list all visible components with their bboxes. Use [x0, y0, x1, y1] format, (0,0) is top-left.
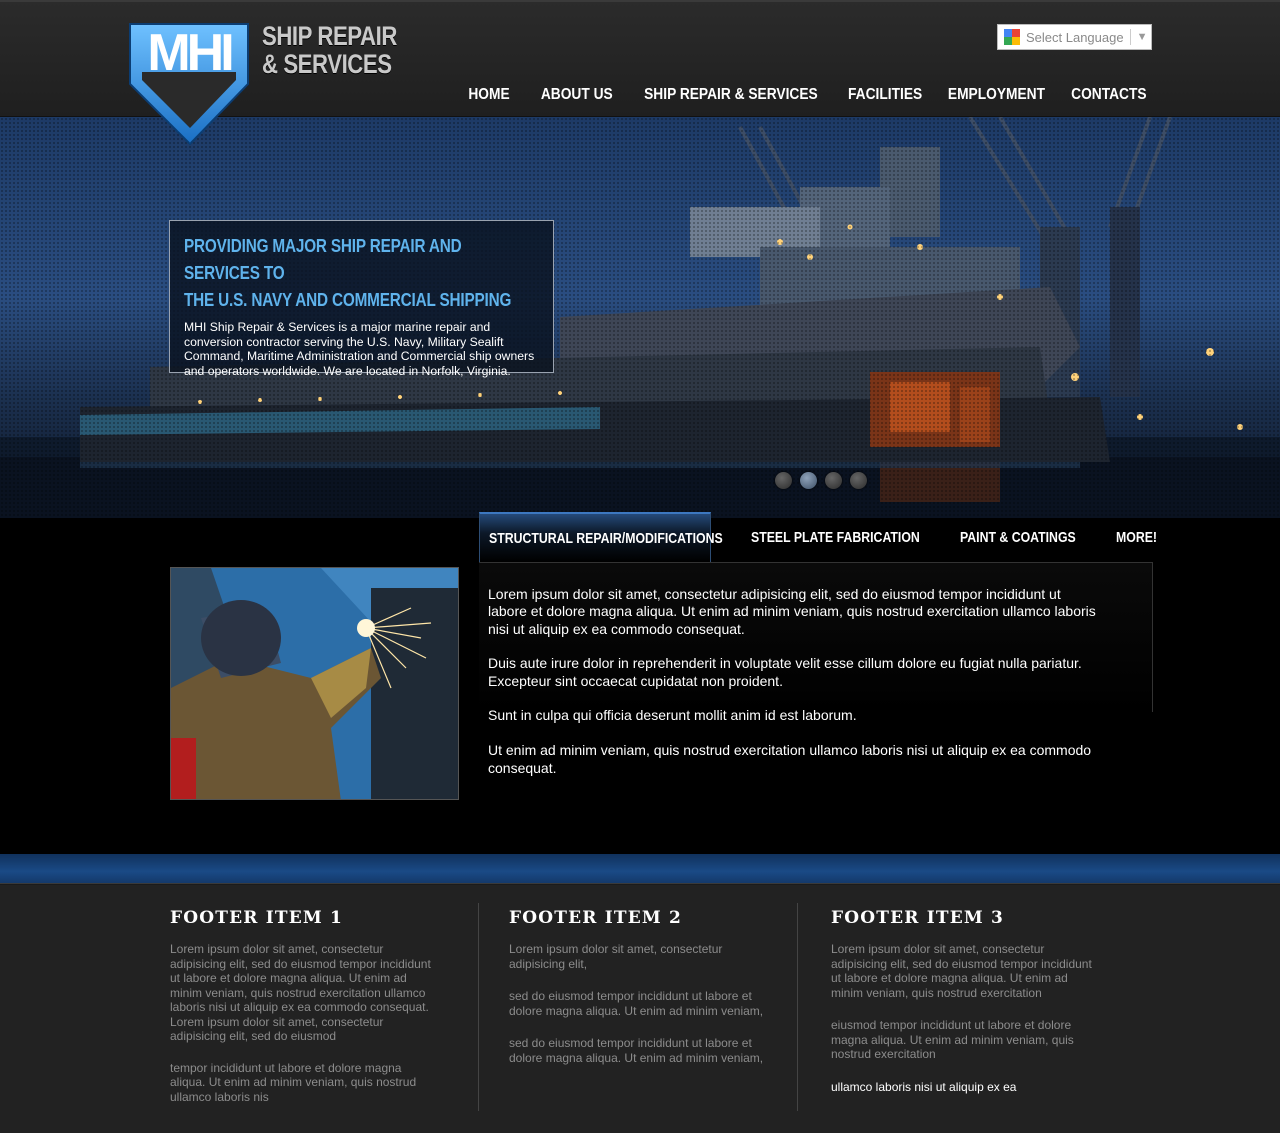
main-nav: HOME ABOUT US SHIP REPAIR & SERVICES FAC… [465, 84, 1153, 106]
select-divider [1129, 29, 1131, 45]
language-select[interactable]: Select Language ▼ [997, 24, 1152, 50]
slider-dot-4[interactable] [850, 472, 867, 489]
nav-about-us[interactable]: ABOUT US [541, 84, 613, 106]
nav-employment[interactable]: EMPLOYMENT [948, 84, 1045, 106]
svg-text:MHI: MHI [147, 24, 231, 82]
footer-link[interactable]: ullamco laboris nisi ut aliquip ex ea [831, 1080, 1096, 1095]
footer-text: Lorem ipsum dolor sit amet, consectetur … [831, 942, 1092, 1000]
slider-pagination [775, 472, 867, 489]
tab-more[interactable]: MORE! [1116, 512, 1166, 562]
tab-paragraph-2: Duis aute irure dolor in reprehenderit i… [488, 655, 1082, 689]
slider-dot-2[interactable] [800, 472, 817, 489]
nav-home[interactable]: HOME [468, 84, 509, 106]
language-select-label: Select Language [1026, 29, 1124, 45]
nav-ship-repair-services[interactable]: SHIP REPAIR & SERVICES [644, 84, 818, 106]
tab-panel-content: Lorem ipsum dolor sit amet, consectetur … [488, 586, 1098, 794]
hero-description: MHI Ship Repair & Services is a major ma… [184, 320, 535, 378]
slider-dot-1[interactable] [775, 472, 792, 489]
footer-column-1: FOOTER ITEM 1 Lorem ipsum dolor sit amet… [170, 907, 440, 1104]
site-header: MHI SHIP REPAIR & SERVICES Select Langua… [0, 0, 1280, 146]
footer-text: tempor incididunt ut labore et dolore ma… [170, 1060, 417, 1104]
nav-facilities[interactable]: FACILITIES [848, 84, 922, 106]
tab-label: MORE! [1116, 528, 1157, 546]
service-tabs: STRUCTURAL REPAIR/MODIFICATIONS STEEL PL… [479, 512, 1157, 562]
chevron-down-icon: ▼ [1136, 31, 1148, 43]
footer-title-1: FOOTER ITEM 1 [170, 908, 344, 928]
footer-column-3: FOOTER ITEM 3 Lorem ipsum dolor sit amet… [831, 907, 1096, 1094]
footer-text: Lorem ipsum dolor sit amet, consectetur … [170, 942, 431, 1043]
tab-label: PAINT & COATINGS [960, 528, 1076, 546]
footer-title-2: FOOTER ITEM 2 [509, 908, 683, 928]
google-translate-icon [1004, 29, 1020, 45]
tab-paragraph-4: Ut enim ad minim veniam, quis nostrud ex… [488, 742, 1092, 776]
tab-structural-repair[interactable]: STRUCTURAL REPAIR/MODIFICATIONS [479, 512, 723, 562]
tab-label: STRUCTURAL REPAIR/MODIFICATIONS [489, 529, 723, 547]
hero-title-line-2: THE U.S. NAVY AND COMMERCIAL SHIPPING [184, 290, 512, 310]
hero-banner: PROVIDING MAJOR SHIP REPAIR AND SERVICES… [0, 117, 1280, 518]
logo-shield-icon: MHI [129, 23, 249, 146]
welder-photo [170, 567, 459, 800]
footer-divider [478, 903, 479, 1111]
footer-title-3: FOOTER ITEM 3 [831, 908, 1005, 928]
services-section: STRUCTURAL REPAIR/MODIFICATIONS STEEL PL… [0, 512, 1280, 854]
footer-text: Lorem ipsum dolor sit amet, consectetur … [509, 942, 723, 971]
site-footer: FOOTER ITEM 1 Lorem ipsum dolor sit amet… [0, 885, 1280, 1133]
footer-text: eiusmod tempor incididunt ut labore et d… [831, 1018, 1074, 1061]
logo-line-1: SHIP REPAIR [262, 21, 397, 51]
mhi-logo[interactable]: MHI [128, 20, 250, 146]
tab-paragraph-3: Sunt in culpa qui officia deserunt molli… [488, 707, 857, 724]
logo-wordmark: SHIP REPAIR & SERVICES [262, 22, 397, 78]
tab-paint-coatings[interactable]: PAINT & COATINGS [960, 512, 1101, 562]
footer-text: sed do eiusmod tempor incididunt ut labo… [509, 989, 764, 1018]
footer-column-2: FOOTER ITEM 2 Lorem ipsum dolor sit amet… [509, 907, 769, 1065]
footer-text: sed do eiusmod tempor incididunt ut labo… [509, 1036, 764, 1065]
footer-divider [797, 903, 798, 1111]
tab-steel-plate-fabrication[interactable]: STEEL PLATE FABRICATION [751, 512, 957, 562]
hero-title-line-1: PROVIDING MAJOR SHIP REPAIR AND SERVICES… [184, 236, 462, 283]
hero-caption-box: PROVIDING MAJOR SHIP REPAIR AND SERVICES… [169, 220, 554, 378]
slider-dot-3[interactable] [825, 472, 842, 489]
tab-paragraph-1: Lorem ipsum dolor sit amet, consectetur … [488, 586, 1096, 637]
blue-divider-strip [0, 854, 1280, 884]
tab-label: STEEL PLATE FABRICATION [751, 528, 920, 546]
nav-contacts[interactable]: CONTACTS [1071, 84, 1146, 106]
logo-line-2: & SERVICES [262, 49, 392, 79]
welder-image [171, 568, 458, 799]
hero-title: PROVIDING MAJOR SHIP REPAIR AND SERVICES… [184, 233, 541, 314]
